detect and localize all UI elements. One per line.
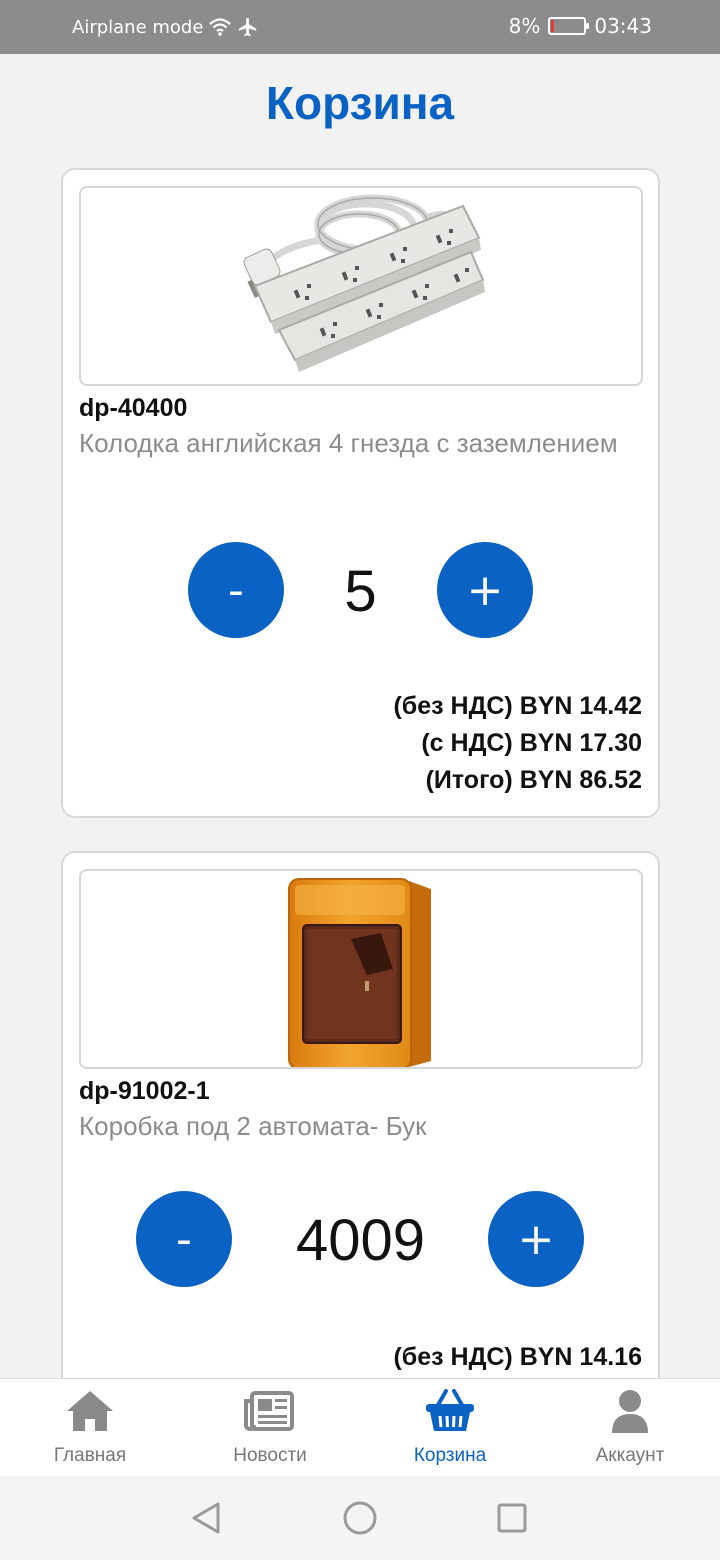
news-icon <box>244 1391 294 1431</box>
status-bar: Airplane mode 8% 03:43 <box>0 0 720 54</box>
product-description: Колодка английская 4 гнезда с заземление… <box>79 428 618 458</box>
quantity-value: 5 <box>344 559 377 624</box>
nav-item-account[interactable]: Аккаунт <box>540 1379 720 1477</box>
account-icon <box>612 1390 648 1433</box>
product-sku: dp-40400 <box>79 394 188 422</box>
quantity-stepper: - 4009 + <box>63 1191 658 1287</box>
price-with-vat: (с НДС) BYN 17.30 <box>421 729 642 757</box>
wifi-icon <box>209 18 232 36</box>
nav-label: Главная <box>53 1445 127 1466</box>
cart-item-card: dp-40400 Колодка английская 4 гнезда с з… <box>61 168 660 818</box>
cart-scroll-area[interactable]: Корзина dp-40400 Колодка английская 4 гн… <box>0 54 720 1378</box>
price-without-vat: (без НДС) BYN 14.42 <box>393 692 642 720</box>
product-image-frame <box>79 869 643 1069</box>
battery-level <box>551 20 555 32</box>
airplane-icon <box>239 17 257 37</box>
battery-icon <box>548 17 590 35</box>
price-without-vat: (без НДС) BYN 14.16 <box>393 1343 642 1371</box>
price-block: (без НДС) BYN 14.42 (с НДС) BYN 17.30 (И… <box>393 688 642 799</box>
system-navigation-bar <box>0 1476 720 1560</box>
power-strip-image <box>243 194 485 372</box>
product-sku: dp-91002-1 <box>79 1077 210 1105</box>
home-icon <box>67 1391 113 1431</box>
page-title: Корзина <box>265 77 455 129</box>
product-image-frame <box>79 186 643 386</box>
clock: 03:43 <box>594 14 652 38</box>
bottom-navigation: Главная Новости Корзина Аккаунт <box>0 1378 720 1476</box>
increase-quantity-button[interactable]: + <box>437 542 533 638</box>
increase-quantity-button[interactable]: + <box>488 1191 584 1287</box>
price-block: (без НДС) BYN 14.16 <box>393 1339 642 1376</box>
battery-percent: 8% <box>508 14 541 38</box>
nav-label: Аккаунт <box>595 1445 665 1466</box>
cart-item-card: dp-91002-1 Коробка под 2 автомата- Бук -… <box>61 851 660 1378</box>
recents-icon[interactable] <box>492 1498 532 1538</box>
home-circle-icon[interactable] <box>340 1498 380 1538</box>
nav-item-cart[interactable]: Корзина <box>360 1379 540 1477</box>
price-total: (Итого) BYN 86.52 <box>425 766 642 794</box>
back-icon[interactable] <box>186 1498 226 1538</box>
nav-label: Корзина <box>413 1445 487 1466</box>
airplane-mode-label: Airplane mode <box>72 16 204 38</box>
basket-icon <box>426 1389 474 1431</box>
status-left: Airplane mode <box>72 16 259 38</box>
nav-item-news[interactable]: Новости <box>180 1379 360 1477</box>
quantity-stepper: - 5 + <box>63 542 658 638</box>
nav-label: Новости <box>233 1445 307 1466</box>
nav-item-home[interactable]: Главная <box>0 1379 180 1477</box>
status-right: 8% 03:43 <box>509 14 652 38</box>
product-description: Коробка под 2 автомата- Бук <box>79 1111 427 1141</box>
breaker-box-image <box>288 878 431 1067</box>
